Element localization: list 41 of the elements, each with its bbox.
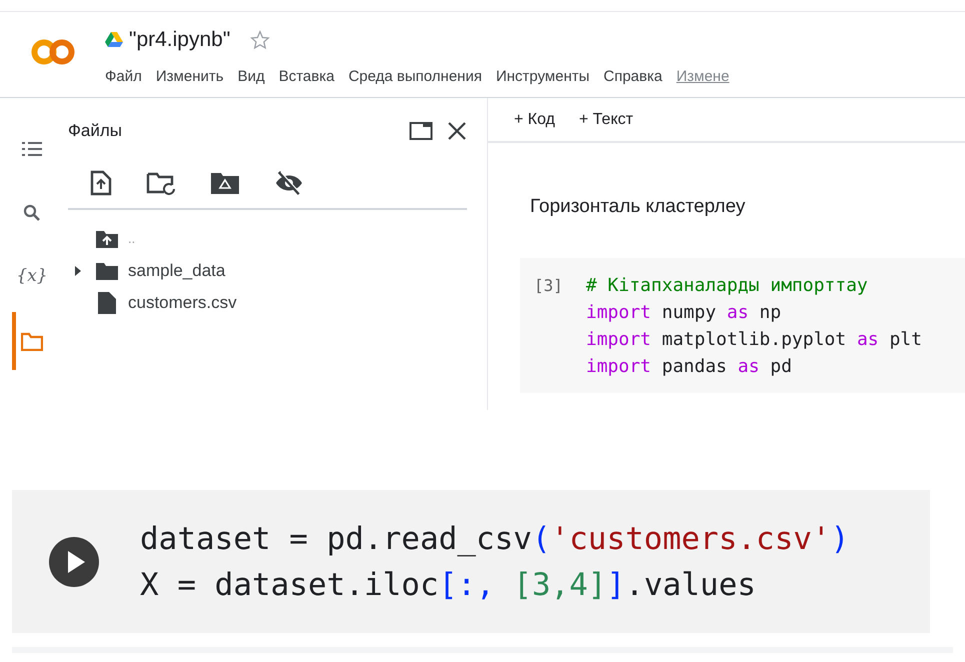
text-cell-heading: Горизонталь кластерлеу [530,195,746,219]
refresh-folder-icon[interactable] [146,171,176,195]
code-line: import numpy as np [586,300,782,324]
menu-item[interactable]: Изменить [156,66,224,88]
star-icon[interactable] [250,30,270,50]
panel-title: Файлы [68,120,122,142]
close-icon[interactable] [447,121,467,141]
window-icon[interactable] [409,121,433,141]
code-line: dataset = pd.read_csv('customers.csv') [140,520,850,558]
add-cell-button[interactable]: + Код [514,108,555,132]
hidden-eye-icon[interactable] [274,170,304,196]
code-line: import matplotlib.pyplot as plt [586,328,922,352]
menu-item[interactable]: Вставка [278,66,334,88]
file-name[interactable]: customers.csv [128,290,237,316]
code-cell[interactable]: [3] # Кітапханаларды импорттау import numpy as np import matplotlib.pyplot as plt import pandas as pd [520,258,965,392]
expand-arrow-icon[interactable] [73,266,83,276]
menu-item[interactable]: Справка [604,66,662,88]
menu-item[interactable]: Вид [238,66,265,88]
search-icon[interactable] [23,204,41,222]
notebook-title[interactable]: "pr4.ipynb" [129,24,230,56]
menu-item[interactable]: Инструменты [496,66,590,88]
folder-name[interactable]: sample_data [128,258,226,284]
table-of-contents-icon[interactable] [22,141,42,157]
changes-link[interactable]: Измене [676,66,730,88]
variables-icon[interactable]: {x} [16,264,48,290]
upload-file-icon[interactable] [90,170,112,196]
file-icon[interactable] [96,292,118,314]
menu-item[interactable]: Среда выполнения [348,66,482,88]
add-cell-button[interactable]: + Текст [579,108,634,132]
parent-folder-icon[interactable] [96,229,118,249]
menu-item[interactable]: Файл [105,66,142,88]
code-cell[interactable]: dataset = pd.read_csv('customers.csv') X = dataset.iloc[:, [3,4]].values [12,490,930,633]
folder-icon[interactable] [96,261,118,281]
code-line: # Кітапханаларды импорттау [586,274,869,298]
run-button-icon[interactable] [48,536,100,588]
execution-count: [3] [534,274,564,296]
code-line: import pandas as pd [586,354,793,378]
drive-icon [105,32,123,48]
drive-folder-icon[interactable] [210,171,240,195]
logo-icon [30,38,74,66]
code-line: X = dataset.iloc[:, [3,4]].values [140,566,757,604]
